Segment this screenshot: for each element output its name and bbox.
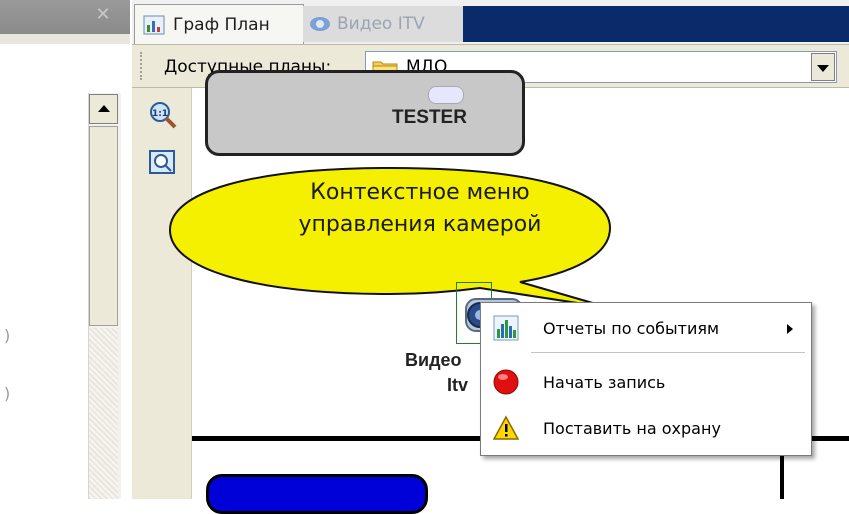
menu-item-event-reports-label: Отчеты по событиям [543,319,720,338]
left-panel-strip [0,34,130,44]
menu-separator [531,352,805,353]
device-icon [428,86,464,104]
tester-object[interactable] [205,70,525,156]
callout-line-2: управления камерой [298,212,542,237]
tester-label: TESTER [392,107,467,128]
chevron-down-icon [817,65,829,72]
tab-graph-plan[interactable]: Граф План [134,4,304,44]
graph-plan-icon [143,15,165,34]
tab-graph-plan-label: Граф План [173,14,270,35]
camera-label: Видео [405,350,462,370]
tab-strip-fill [463,6,849,42]
video-itv-icon [310,17,330,31]
scroll-thumb[interactable] [89,126,118,326]
arrow-up-icon [98,105,110,112]
menu-item-start-recording-label: Начать запись [543,373,666,392]
callout-text: Контекстное меню управления камерой [250,177,590,241]
camera-context-menu: Отчеты по событиям Начать запись Постави… [480,302,812,456]
bar-chart-icon [493,315,519,341]
menu-item-arm[interactable]: Поставить на охрану [481,408,811,448]
menu-item-event-reports[interactable]: Отчеты по событиям [481,308,811,348]
blue-plan-object[interactable] [206,474,428,514]
submenu-arrow-icon [787,324,793,334]
camera-label-2: Itv [447,375,469,395]
truncated-text-fragment: ) [4,326,11,345]
truncated-text-fragment: ) [4,384,11,403]
menu-item-start-recording[interactable]: Начать запись [481,362,811,402]
tab-video-itv[interactable]: Видео ITV [303,6,463,42]
tab-video-itv-label: Видео ITV [337,14,425,34]
zoom-1to1-icon[interactable]: 1:1 [148,100,178,130]
callout-line-1: Контекстное меню [310,180,530,205]
plan-dropdown-button[interactable] [811,53,835,81]
close-icon[interactable]: ✕ [94,6,112,24]
menu-item-arm-label: Поставить на охрану [543,419,721,438]
toolbar-grip[interactable] [140,52,146,80]
scroll-track[interactable] [89,328,118,499]
svg-text:1:1: 1:1 [152,109,168,119]
warning-icon [493,415,519,440]
record-icon [493,369,519,395]
scroll-up-button[interactable] [89,94,118,124]
